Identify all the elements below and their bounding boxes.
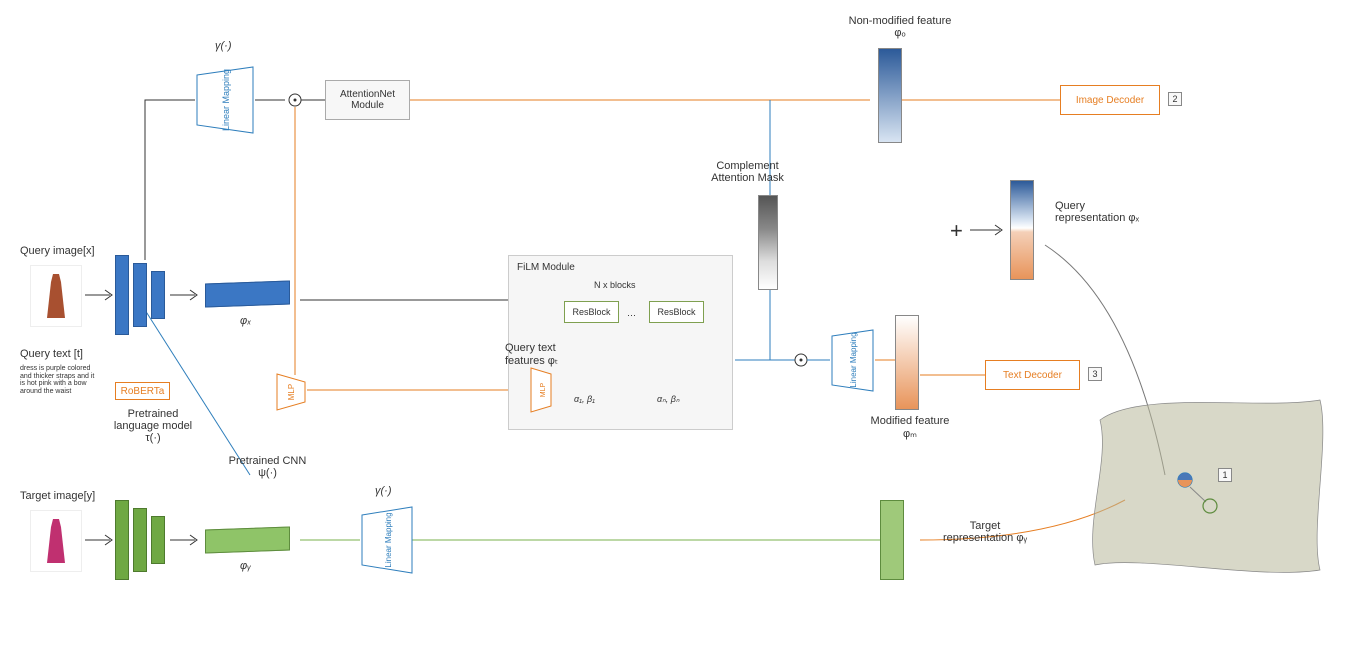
phi-y-block	[205, 528, 295, 556]
dots-label: ⋯	[627, 310, 636, 321]
roberta-box: RoBERTa	[115, 382, 170, 400]
resblock-1: ResBlock	[564, 301, 619, 323]
phi-y-label: φᵧ	[240, 560, 251, 572]
modified-feature-label: Modified feature φₘ	[870, 415, 950, 440]
gamma1-label: γ(·)	[215, 40, 232, 52]
alphan-label: αₙ, βₙ	[657, 394, 679, 405]
nonmod-feature-label: Non-modified feature φₒ	[845, 15, 955, 39]
roberta-label: RoBERTa	[121, 386, 165, 397]
svg-text:Linear Mapping: Linear Mapping	[221, 69, 231, 131]
resblock-n-label: ResBlock	[657, 307, 695, 317]
phi-m-bar	[895, 315, 919, 410]
num-3-text: 3	[1092, 369, 1097, 379]
complement-mask-label: Complement Attention Mask	[700, 160, 795, 184]
linear-mapping-bottom: Linear Mapping	[360, 505, 415, 655]
target-image-thumbnail	[30, 510, 82, 572]
svg-text:Linear Mapping: Linear Mapping	[849, 332, 858, 387]
complement-mask-bar	[758, 195, 778, 290]
alpha1-label: α₁, β₁	[574, 394, 595, 404]
manifold-surface	[1080, 380, 1340, 590]
mlp-trapezoid: MLP	[275, 372, 307, 412]
dress-icon-target	[45, 517, 67, 565]
image-decoder-label: Image Decoder	[1076, 95, 1144, 106]
film-module-label: FiLM Module	[517, 262, 575, 273]
linear-mapping-top: Linear Mapping	[195, 65, 255, 135]
attentionnet-label: AttentionNet Module	[330, 89, 405, 111]
query-image-thumbnail	[30, 265, 82, 327]
film-mlp-trapezoid: MLP	[529, 366, 553, 414]
pretrained-lm-label: Pretrained language model τ(·)	[108, 408, 198, 444]
svg-text:MLP: MLP	[540, 382, 547, 397]
target-image-label: Target image[y]	[20, 490, 95, 502]
pretrained-cnn-label: Pretrained CNN ψ(·)	[225, 455, 310, 479]
dress-icon	[45, 272, 67, 320]
num-1-text: 1	[1222, 470, 1227, 480]
plus-symbol: +	[950, 218, 963, 244]
target-rep-label: Target representation φᵧ	[935, 520, 1035, 544]
query-rep-label: Query representation φₓ	[1055, 200, 1155, 224]
svg-text:MLP: MLP	[287, 384, 296, 400]
query-text-label: Query text [t]	[20, 348, 83, 360]
text-decoder-label: Text Decoder	[1003, 370, 1062, 381]
text-decoder-box: Text Decoder	[985, 360, 1080, 390]
query-image-label: Query image[x]	[20, 245, 95, 257]
phi-x-block	[205, 282, 295, 310]
linear-mapping-mid: Linear Mapping	[830, 328, 875, 393]
svg-text:Linear Mapping: Linear Mapping	[384, 512, 393, 567]
target-rep-bar	[880, 500, 904, 580]
resblock-n: ResBlock	[649, 301, 704, 323]
attentionnet-module: AttentionNet Module	[325, 80, 410, 120]
nblocks-label: N x blocks	[594, 280, 636, 290]
query-text-features-label: Query text features φₜ	[505, 342, 580, 367]
num-1: 1	[1218, 468, 1232, 482]
phi-x-label: φₓ	[240, 315, 251, 327]
num-2-text: 2	[1172, 94, 1177, 104]
image-decoder-box: Image Decoder	[1060, 85, 1160, 115]
num-3: 3	[1088, 367, 1102, 381]
query-text-body: dress is purple colored and thicker stra…	[20, 365, 100, 396]
query-rep-bar	[1010, 180, 1034, 280]
phi-o-bar	[878, 48, 902, 143]
num-2: 2	[1168, 92, 1182, 106]
gamma2-label: γ(·)	[375, 485, 392, 497]
resblock-1-label: ResBlock	[572, 307, 610, 317]
